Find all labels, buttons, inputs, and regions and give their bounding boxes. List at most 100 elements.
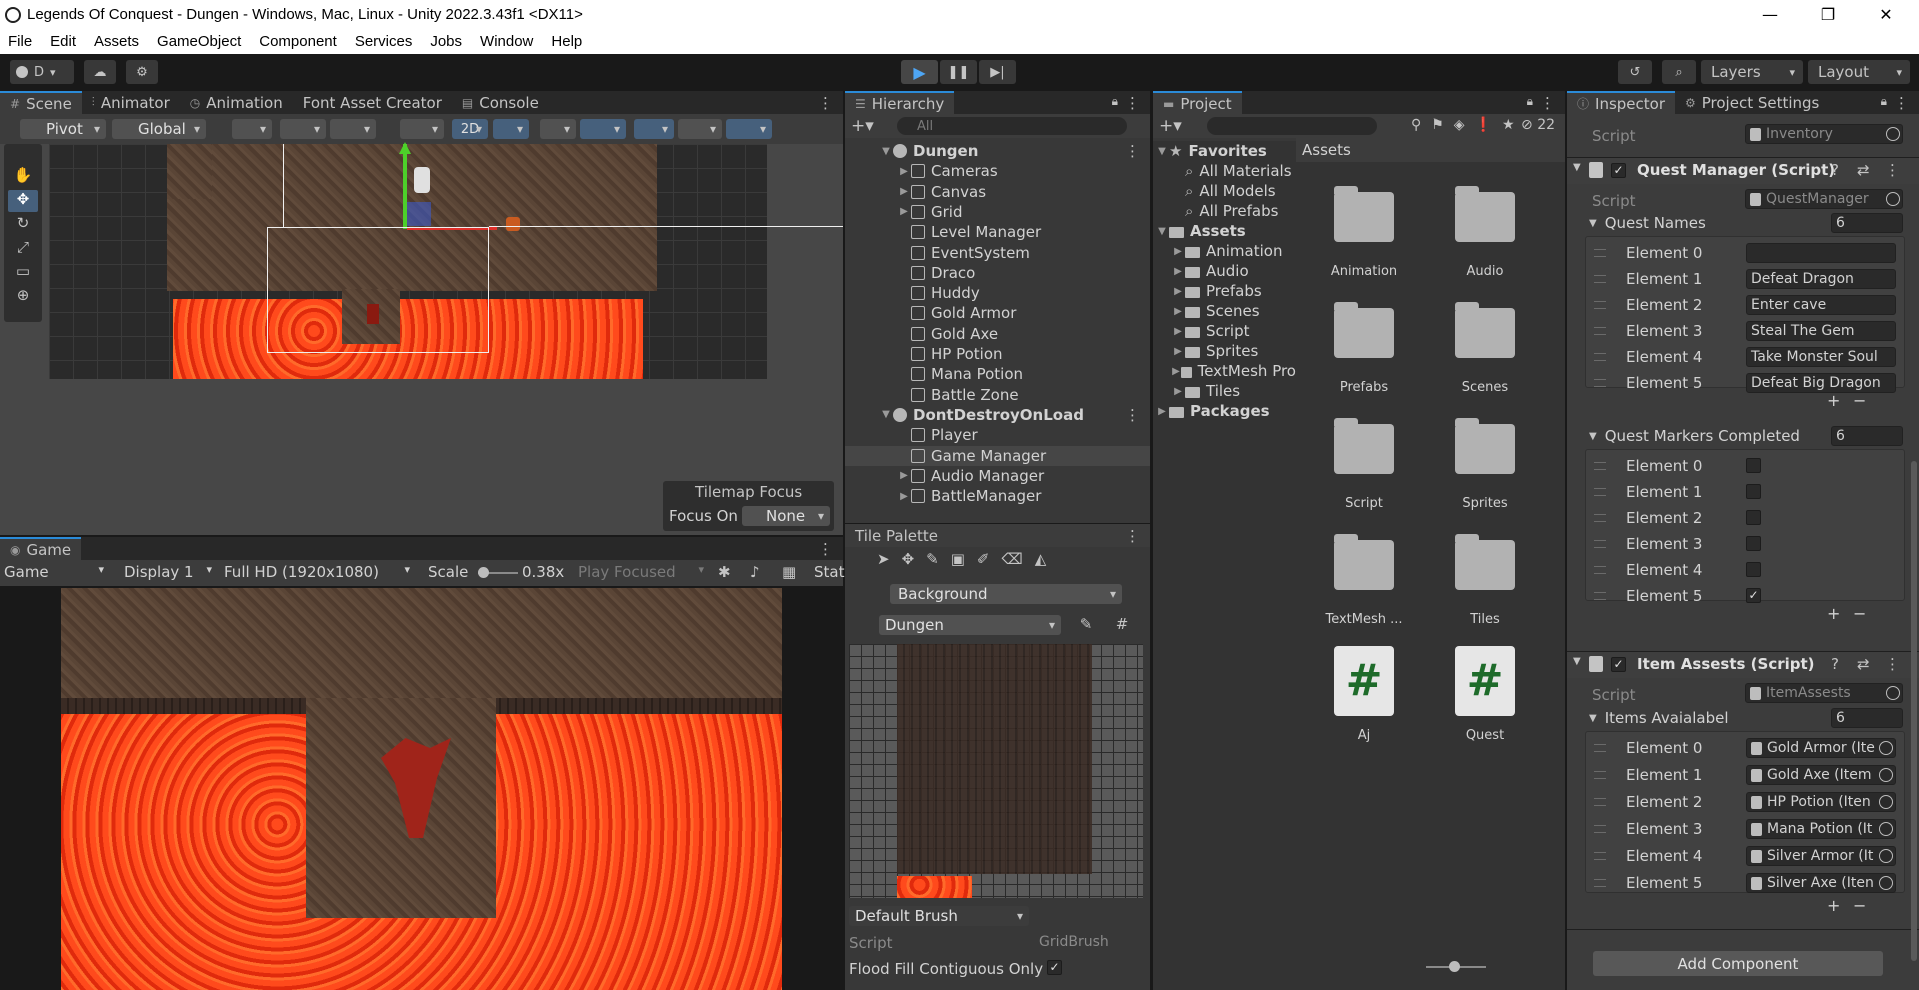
project-tree-item[interactable]: ▶ Scenes — [1153, 301, 1296, 321]
layers-dropdown[interactable]: Layers ▾ — [1701, 60, 1803, 84]
hierarchy-item[interactable]: Gold Axe — [845, 324, 1150, 344]
menu-help[interactable]: Help — [543, 33, 592, 50]
project-tree-item[interactable]: ▶ TextMesh Pro — [1153, 361, 1296, 381]
search-icon[interactable]: ⌕ — [1662, 60, 1696, 84]
move-tool-icon[interactable]: ✥ — [8, 190, 38, 212]
rotate-tool-icon[interactable]: ↻ — [8, 214, 38, 236]
expand-arrow-icon[interactable]: ▶ — [1171, 326, 1185, 337]
quest-name-field[interactable]: Steal The Gem — [1746, 321, 1896, 341]
active-layer-dropdown[interactable]: Background — [890, 584, 1122, 604]
more-options-icon[interactable]: ⋮ — [1125, 406, 1140, 424]
items-foldout[interactable]: ▼ Items Avaialabel — [1589, 707, 1729, 729]
filter-icons[interactable]: ⚲⚑◈❗★ — [1411, 117, 1525, 133]
resolution-dropdown[interactable]: Full HD (1920x1080) ▾ — [224, 563, 414, 583]
add-element-button[interactable]: + — [1827, 896, 1840, 915]
quest-markers-foldout[interactable]: ▼ Quest Markers Completed — [1589, 425, 1800, 447]
zoom-slider-thumb[interactable] — [1449, 961, 1460, 972]
account-dropdown[interactable]: D ▾ — [10, 60, 74, 84]
quest-name-field[interactable]: Defeat Dragon — [1746, 269, 1896, 289]
drag-handle-icon[interactable] — [1594, 592, 1606, 600]
scale-slider-thumb[interactable] — [478, 567, 489, 578]
item-asset-field[interactable]: Silver Armor (It — [1746, 846, 1896, 866]
lighting-toggle-icon[interactable] — [493, 119, 529, 139]
drag-handle-icon[interactable] — [1594, 488, 1606, 496]
expand-arrow-icon[interactable]: ▶ — [897, 491, 911, 502]
tile-grid[interactable] — [849, 644, 1143, 898]
pause-button[interactable]: ❚❚ — [940, 60, 977, 84]
hierarchy-item[interactable]: EventSystem — [845, 243, 1150, 263]
quest-name-field[interactable]: Enter cave — [1746, 295, 1896, 315]
tab-tile-palette[interactable]: Tile Palette — [845, 524, 948, 547]
menu-jobs[interactable]: Jobs — [422, 33, 472, 50]
expand-arrow-icon[interactable]: ▼ — [1155, 226, 1169, 237]
grid-snap-icon[interactable] — [232, 119, 272, 139]
project-tree-item[interactable]: ▼ ★ Favorites — [1153, 141, 1296, 161]
folder-icon[interactable] — [1455, 418, 1515, 474]
hierarchy-item[interactable]: Game Manager — [845, 445, 1150, 466]
quest-marker-checkbox[interactable] — [1746, 458, 1761, 473]
drag-handle-icon[interactable] — [1594, 540, 1606, 548]
move-tool-icon[interactable]: ✥ — [902, 550, 915, 576]
transform-tool-icon[interactable]: ⊕ — [8, 286, 38, 308]
quest-marker-checkbox[interactable] — [1746, 484, 1761, 499]
lock-icon[interactable]: 🔒︎ — [1527, 94, 1533, 109]
folder-icon[interactable] — [1334, 534, 1394, 590]
cloud-icon[interactable]: ☁ — [84, 60, 116, 84]
tab-project-settings[interactable]: ⚙ Project Settings — [1675, 91, 1829, 114]
drag-handle-icon[interactable] — [1594, 744, 1606, 752]
folder-icon[interactable] — [1455, 302, 1515, 358]
expand-arrow-icon[interactable]: ▼ — [879, 146, 893, 157]
paint-brush-icon[interactable]: ✎ — [926, 550, 939, 576]
drag-handle-icon[interactable] — [1594, 327, 1606, 335]
quest-manager-enabled-checkbox[interactable]: ✓ — [1611, 163, 1626, 178]
drag-handle-icon[interactable] — [1594, 771, 1606, 779]
asset-breadcrumb[interactable]: Assets — [1296, 138, 1565, 162]
expand-arrow-icon[interactable]: ▼ — [1155, 146, 1169, 157]
quest-markers-size-field[interactable]: 6 — [1831, 426, 1903, 446]
csharp-script-icon[interactable]: # — [1334, 646, 1394, 716]
picker-icon[interactable]: ✐ — [977, 550, 990, 576]
project-tree-item[interactable]: ▶ Sprites — [1153, 341, 1296, 361]
layout-dropdown[interactable]: Layout ▾ — [1808, 60, 1910, 84]
item-asset-field[interactable]: Silver Axe (Iten — [1746, 873, 1896, 893]
move-gizmo-plane[interactable] — [407, 202, 431, 226]
tab-font-asset-creator[interactable]: Font Asset Creator — [293, 91, 452, 114]
folder-icon[interactable] — [1455, 186, 1515, 242]
expand-arrow-icon[interactable]: ▶ — [1171, 286, 1185, 297]
hierarchy-item[interactable]: Mana Potion — [845, 364, 1150, 384]
quest-marker-checkbox[interactable] — [1746, 536, 1761, 551]
drag-handle-icon[interactable] — [1594, 379, 1606, 387]
drag-handle-icon[interactable] — [1594, 301, 1606, 309]
menu-services[interactable]: Services — [347, 33, 423, 50]
lock-icon[interactable]: 🔒︎ — [1112, 94, 1118, 109]
menu-edit[interactable]: Edit — [42, 33, 86, 50]
project-tree-item[interactable]: ▶ Audio — [1153, 261, 1296, 281]
preset-icon[interactable]: ⇄ — [1857, 655, 1870, 673]
project-tree-item[interactable]: ⌕ All Models — [1153, 181, 1296, 201]
focus-on-dropdown[interactable]: None — [742, 506, 830, 526]
menu-file[interactable]: File — [0, 33, 42, 50]
lock-icon[interactable]: 🔒︎ — [1881, 94, 1887, 109]
remove-element-button[interactable]: − — [1853, 604, 1866, 623]
drag-handle-icon[interactable] — [1594, 825, 1606, 833]
hierarchy-item[interactable]: Draco — [845, 263, 1150, 283]
pivot-dropdown[interactable]: Pivot — [20, 119, 106, 139]
remove-element-button[interactable]: − — [1853, 391, 1866, 410]
hierarchy-item[interactable]: ▼ Dungen ⋮ — [845, 141, 1150, 161]
item-asset-field[interactable]: Gold Armor (Ite — [1746, 738, 1896, 758]
restore-icon[interactable]: ❐ — [1799, 0, 1857, 29]
component-menu-icon[interactable]: ⋮ — [1885, 161, 1900, 179]
expand-arrow-icon[interactable]: ▶ — [897, 470, 911, 481]
menu-window[interactable]: Window — [472, 33, 543, 50]
hierarchy-item[interactable]: Battle Zone — [845, 385, 1150, 405]
expand-arrow-icon[interactable]: ▼ — [879, 409, 893, 420]
more-options-icon[interactable]: ⋮ — [1125, 527, 1140, 545]
box-fill-icon[interactable]: ▣ — [951, 550, 965, 576]
brush-dropdown[interactable]: Default Brush — [849, 906, 1029, 926]
tab-game[interactable]: ◉ Game — [0, 537, 82, 560]
quest-names-foldout[interactable]: ▼ Quest Names — [1589, 212, 1706, 234]
select-tool-icon[interactable]: ➤ — [877, 550, 890, 576]
hand-tool-icon[interactable]: ✋ — [8, 166, 38, 188]
expand-arrow-icon[interactable]: ▶ — [1171, 346, 1185, 357]
drag-handle-icon[interactable] — [1594, 514, 1606, 522]
